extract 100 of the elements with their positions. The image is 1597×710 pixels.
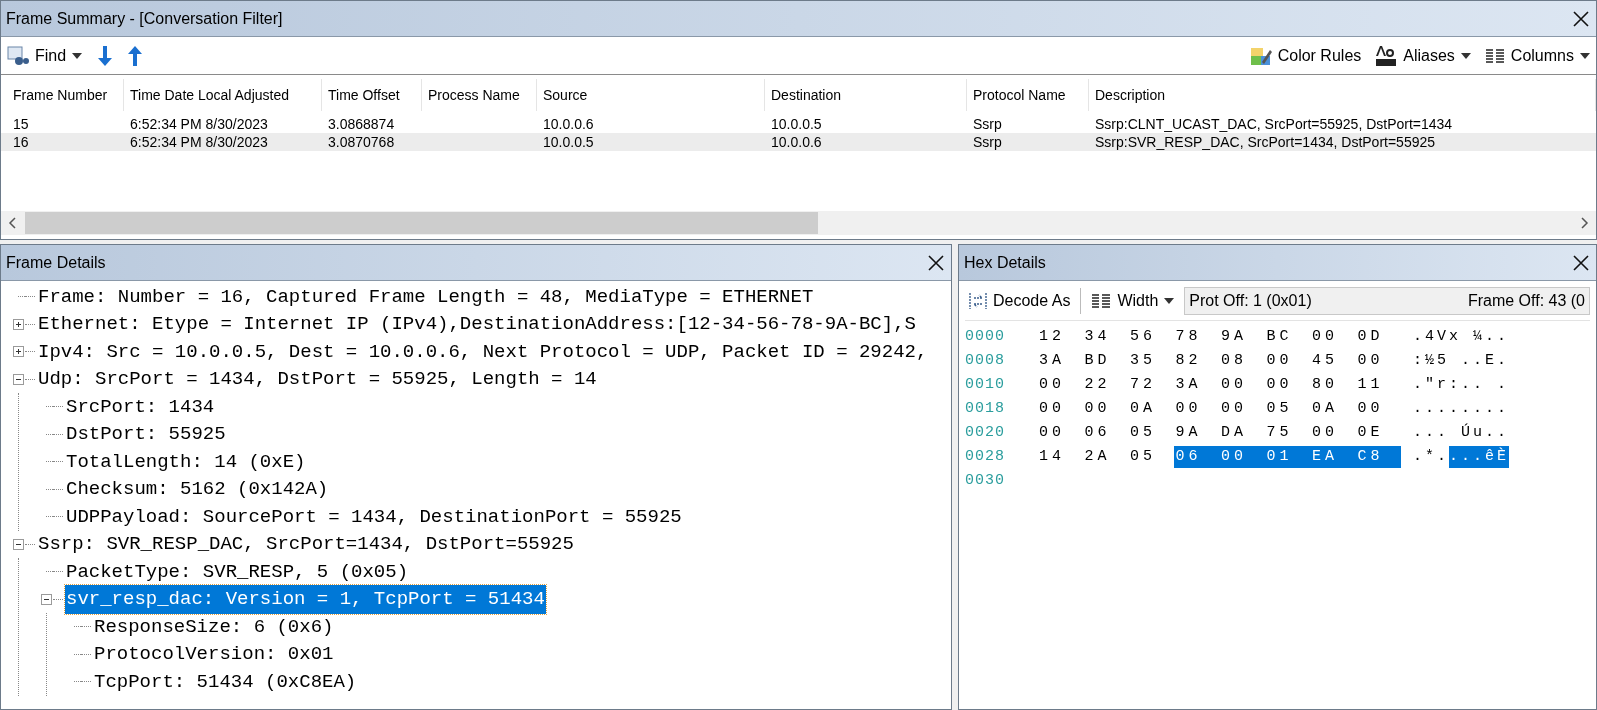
hex-byte[interactable]: 00 xyxy=(1264,349,1310,373)
toolbar-button[interactable]: Columns xyxy=(1484,43,1590,68)
table-row[interactable]: 16 6:52:34 PM 8/30/2023 3.0870768 10.0.0.5 10.0.0.6 Ssrp Ssrp:SVR_RESP_DAC, SrcPort=1434, DstPort=55925 xyxy=(1,133,1596,151)
caret-icon xyxy=(1460,52,1471,59)
hex-byte[interactable]: 9A xyxy=(1173,421,1219,445)
close-icon[interactable] xyxy=(1571,8,1591,29)
tree-node-label[interactable]: TotalLength: 14 (0xE) xyxy=(65,447,307,476)
hex-byte[interactable]: 22 xyxy=(1082,373,1128,397)
toolbar-button[interactable]: Aliases xyxy=(1375,43,1471,68)
hex-byte[interactable]: 14 xyxy=(1037,445,1083,469)
collapse-icon[interactable] xyxy=(40,593,52,605)
hex-byte[interactable]: 11 xyxy=(1355,373,1401,397)
hex-byte[interactable]: 0E xyxy=(1355,421,1401,445)
hex-byte[interactable]: C8 xyxy=(1355,445,1401,469)
tree-node-label[interactable]: Checksum: 5162 (0x142A) xyxy=(65,475,330,504)
close-icon[interactable] xyxy=(1571,252,1591,273)
hex-byte[interactable]: 06 xyxy=(1173,445,1219,469)
hex-byte[interactable]: BC xyxy=(1264,325,1310,349)
collapse-icon[interactable] xyxy=(12,538,24,550)
toolbar-button[interactable]: Color Rules xyxy=(1249,43,1362,68)
ascii-text[interactable]: ...êÈ xyxy=(1449,445,1510,469)
hex-offset: 0030 xyxy=(965,470,1006,491)
ascii-text[interactable]: .4Vx ¼.. xyxy=(1413,325,1509,349)
hex-byte[interactable]: 00 xyxy=(1310,325,1356,349)
tree-node-label[interactable]: SrcPort: 1434 xyxy=(65,392,216,421)
expand-icon[interactable] xyxy=(12,346,24,358)
hex-byte[interactable]: DA xyxy=(1219,421,1265,445)
hex-byte[interactable]: 45 xyxy=(1310,349,1356,373)
hex-byte[interactable]: 56 xyxy=(1128,325,1174,349)
column-header[interactable]: Source xyxy=(537,79,765,111)
tree-node-label[interactable]: PacketType: SVR_RESP, 5 (0x05) xyxy=(65,557,410,586)
tree-node-label[interactable]: UDPPayload: SourcePort = 1434, DestinationPort = 55925 xyxy=(65,502,683,531)
hex-byte[interactable]: BD xyxy=(1082,349,1128,373)
column-header[interactable]: Process Name xyxy=(422,79,537,111)
ascii-text[interactable]: ........ xyxy=(1413,397,1509,421)
tree-node-label[interactable]: DstPort: 55925 xyxy=(65,420,227,449)
tree-node-label[interactable]: Frame: Number = 16, Captured Frame Length = 48, MediaType = ETHERNET xyxy=(37,282,815,311)
hex-byte[interactable]: 00 xyxy=(1219,373,1265,397)
hex-byte[interactable]: 06 xyxy=(1082,421,1128,445)
hex-byte[interactable]: 08 xyxy=(1219,349,1265,373)
hex-byte[interactable]: 0D xyxy=(1355,325,1401,349)
expand-icon[interactable] xyxy=(12,318,24,330)
ascii-text[interactable]: ... Úu.. xyxy=(1413,421,1509,445)
decode-as-button[interactable]: Decode As xyxy=(965,288,1075,313)
hex-byte[interactable]: 00 xyxy=(1173,397,1219,421)
hex-byte[interactable]: 00 xyxy=(1082,397,1128,421)
hex-byte[interactable]: 00 xyxy=(1264,373,1310,397)
close-icon[interactable] xyxy=(926,252,946,273)
hex-byte[interactable]: 00 xyxy=(1037,397,1083,421)
hex-byte[interactable]: 2A xyxy=(1082,445,1128,469)
column-header[interactable]: Protocol Name xyxy=(967,79,1089,111)
scrollbar-thumb[interactable] xyxy=(25,212,818,234)
collapse-icon[interactable] xyxy=(12,373,24,385)
column-header[interactable]: Frame Number xyxy=(7,79,124,111)
tree-node-label[interactable]: Ipv4: Src = 10.0.0.5, Dest = 10.0.0.6, Next Protocol = UDP, Packet ID = 29242, xyxy=(37,337,929,366)
hex-byte[interactable]: 82 xyxy=(1173,349,1219,373)
ascii-text[interactable]: ."r:.. . xyxy=(1413,373,1509,397)
tree-node-label[interactable]: ProtocolVersion: 0x01 xyxy=(93,640,335,669)
hex-byte[interactable]: 72 xyxy=(1128,373,1174,397)
previous-button[interactable] xyxy=(128,45,143,66)
horizontal-scrollbar[interactable] xyxy=(1,211,1596,235)
hex-byte[interactable]: 35 xyxy=(1128,349,1174,373)
hex-offset: 0000 xyxy=(965,326,1006,347)
hex-byte[interactable]: 0A xyxy=(1310,397,1356,421)
hex-byte[interactable]: 00 xyxy=(1355,349,1401,373)
ascii-text[interactable]: .*. xyxy=(1413,445,1449,469)
hex-byte[interactable]: 00 xyxy=(1037,373,1083,397)
next-button[interactable] xyxy=(98,45,113,66)
tree-node-label[interactable]: Ssrp: SVR_RESP_DAC, SrcPort=1434, DstPort=55925 xyxy=(37,530,575,559)
hex-byte[interactable]: 01 xyxy=(1264,445,1310,469)
hex-byte[interactable]: 05 xyxy=(1128,421,1174,445)
hex-byte[interactable]: 00 xyxy=(1037,421,1083,445)
hex-byte[interactable]: 9A xyxy=(1219,325,1265,349)
hex-byte[interactable]: 3A xyxy=(1173,373,1219,397)
tree-node-label[interactable]: TcpPort: 51434 (0xC8EA) xyxy=(93,667,358,696)
hex-byte[interactable]: 80 xyxy=(1310,373,1356,397)
find-button[interactable]: Find xyxy=(7,43,83,68)
hex-byte[interactable]: 75 xyxy=(1264,421,1310,445)
width-button[interactable]: Width xyxy=(1087,288,1179,313)
hex-byte[interactable]: 05 xyxy=(1128,445,1174,469)
hex-byte[interactable]: 00 xyxy=(1355,397,1401,421)
ascii-text[interactable]: :½5 ..E. xyxy=(1413,349,1509,373)
hex-byte[interactable]: 78 xyxy=(1173,325,1219,349)
hex-byte[interactable]: 34 xyxy=(1082,325,1128,349)
tree-node-label[interactable]: Ethernet: Etype = Internet IP (IPv4),DestinationAddress:[12-34-56-78-9A-BC],S xyxy=(37,310,917,339)
hex-byte[interactable]: EA xyxy=(1310,445,1356,469)
hex-byte[interactable]: 00 xyxy=(1219,445,1265,469)
hex-byte[interactable]: 00 xyxy=(1219,397,1265,421)
hex-byte[interactable]: 12 xyxy=(1037,325,1083,349)
column-header[interactable]: Description xyxy=(1089,79,1596,111)
tree-node-label[interactable]: ResponseSize: 6 (0x6) xyxy=(93,612,335,641)
hex-byte[interactable]: 05 xyxy=(1264,397,1310,421)
hex-byte[interactable]: 3A xyxy=(1037,349,1083,373)
tree-node-label[interactable]: Udp: SrcPort = 1434, DstPort = 55925, Length = 14 xyxy=(37,365,598,394)
column-header[interactable]: Time Date Local Adjusted xyxy=(124,79,322,111)
hex-byte[interactable]: 00 xyxy=(1310,421,1356,445)
tree-node-label[interactable]: svr_resp_dac: Version = 1, TcpPort = 51434 xyxy=(65,585,546,614)
column-header[interactable]: Time Offset xyxy=(322,79,422,111)
hex-byte[interactable]: 0A xyxy=(1128,397,1174,421)
column-header[interactable]: Destination xyxy=(765,79,967,111)
